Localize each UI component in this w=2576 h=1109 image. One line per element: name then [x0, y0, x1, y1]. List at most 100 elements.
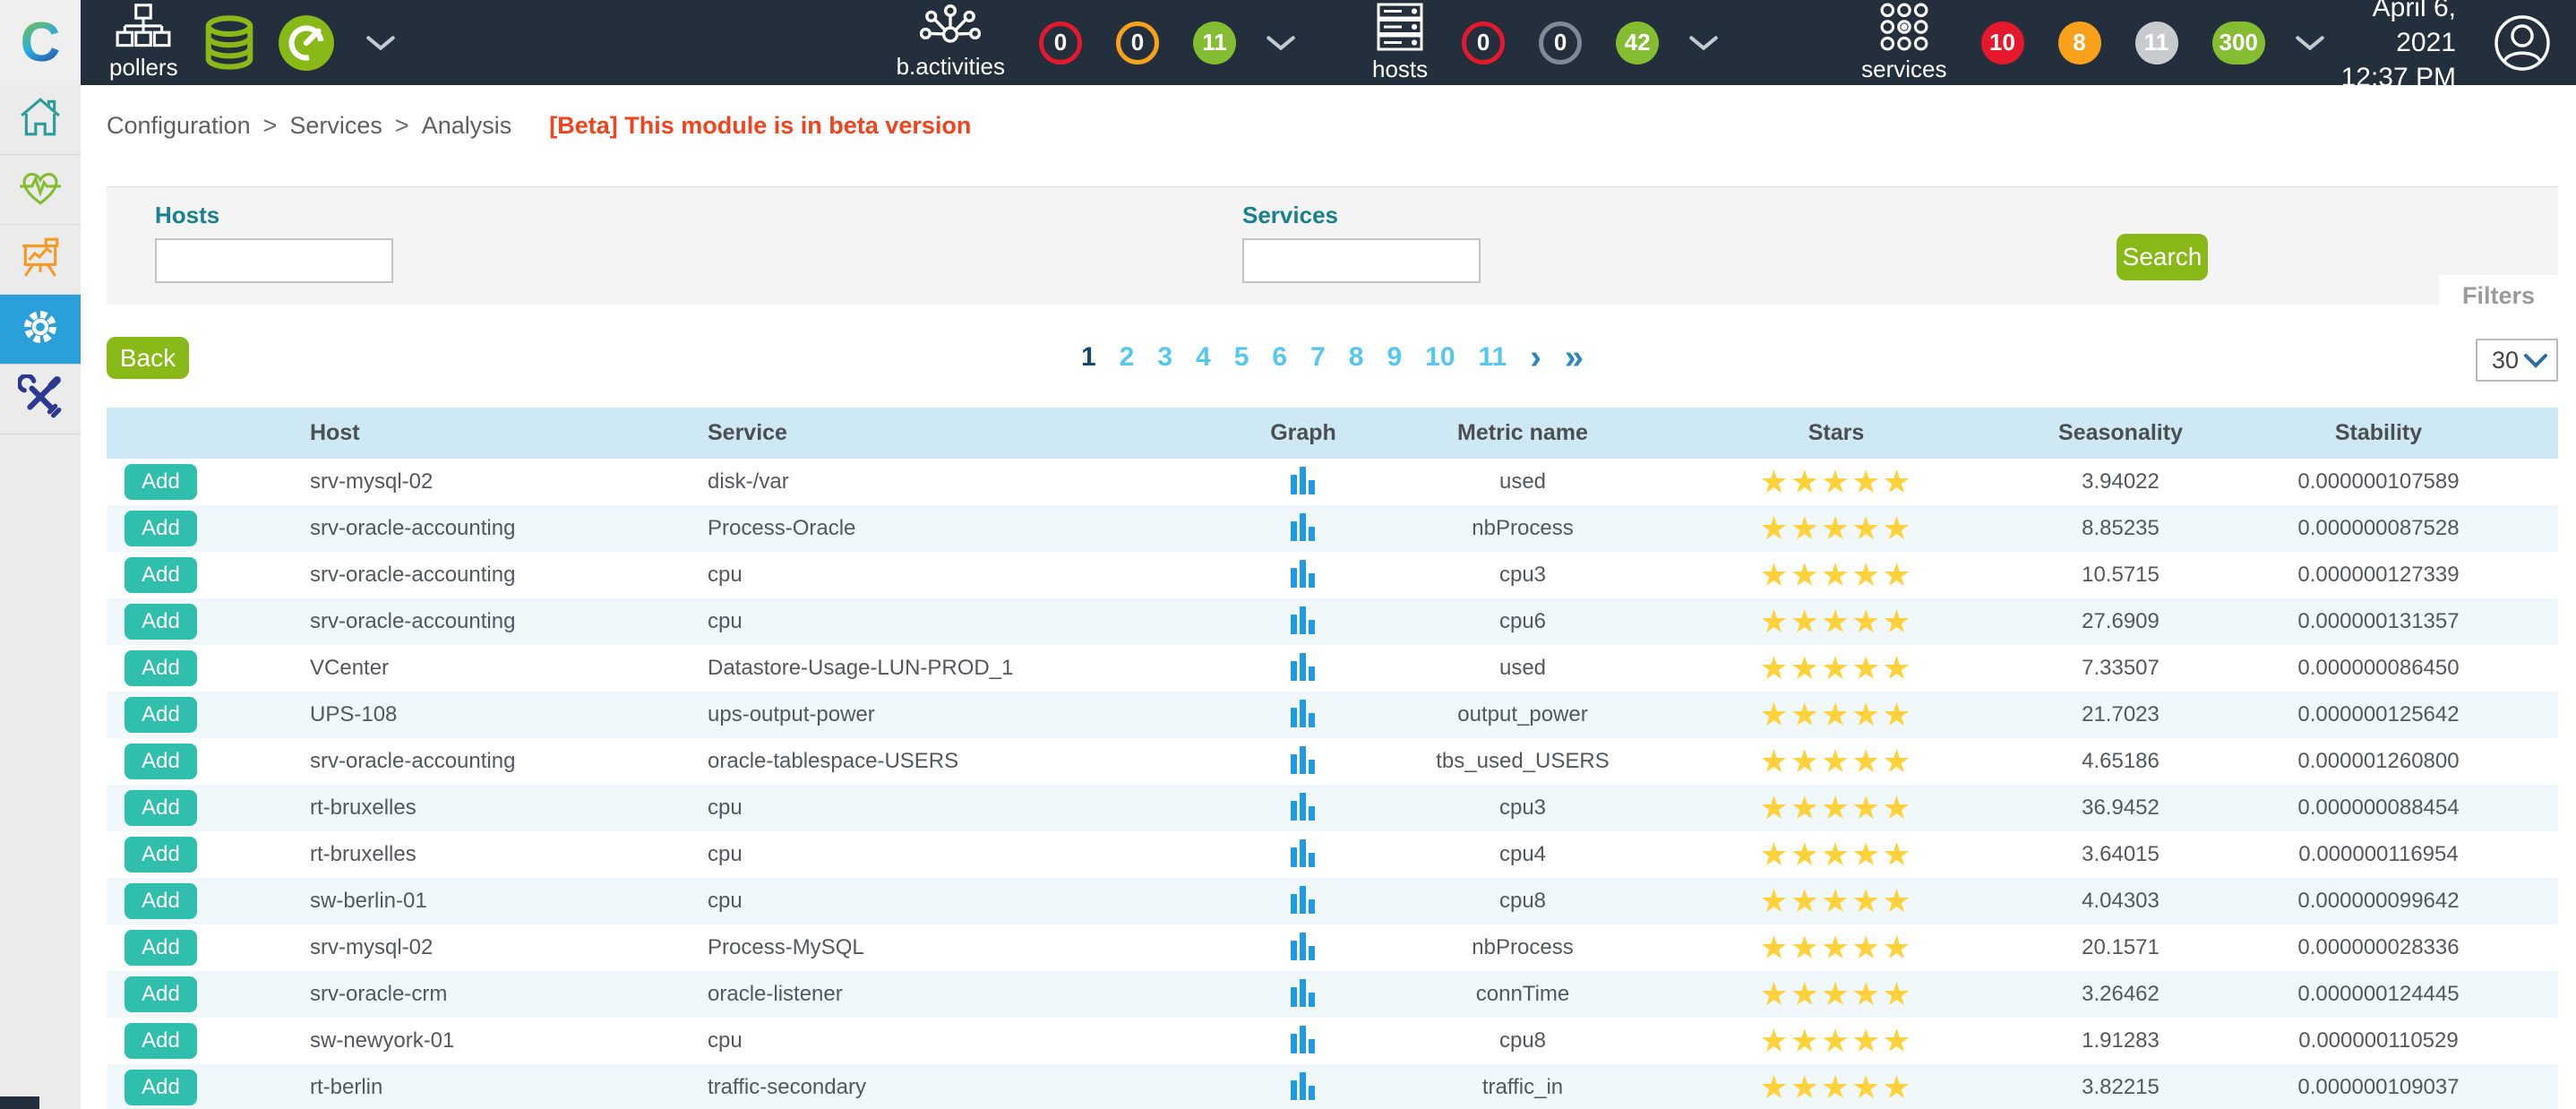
metric-cell: tbs_used_USERS	[1415, 738, 1630, 785]
services-ok-badge[interactable]: 300	[2212, 21, 2265, 64]
services-warning-badge[interactable]: 8	[2058, 21, 2101, 64]
services-chevron-down-icon[interactable]	[2296, 35, 2324, 51]
add-button[interactable]: Add	[125, 837, 197, 873]
page-link-11[interactable]: 11	[1479, 342, 1507, 373]
service-cell: disk-/var	[681, 459, 1191, 505]
sidebar-item-configuration[interactable]	[0, 295, 81, 365]
stability-cell: 0.000000107589	[2199, 459, 2558, 505]
services-unknown-badge[interactable]: 11	[2135, 21, 2178, 64]
add-button[interactable]: Add	[125, 697, 197, 733]
service-cell: cpu	[681, 598, 1191, 645]
add-button[interactable]: Add	[125, 976, 197, 1012]
graph-icon[interactable]	[1290, 603, 1317, 635]
graph-icon[interactable]	[1290, 743, 1317, 775]
hosts-down-badge[interactable]: 0	[1462, 21, 1505, 64]
sidebar-item-monitoring[interactable]	[0, 155, 81, 225]
graph-icon[interactable]	[1290, 976, 1317, 1008]
stability-cell: 0.000000087528	[2199, 505, 2558, 552]
seasonality-cell: 21.7023	[2042, 692, 2199, 738]
graph-icon[interactable]	[1290, 463, 1317, 495]
stability-cell: 0.000000088454	[2199, 785, 2558, 831]
host-cell: rt-bruxelles	[287, 785, 681, 831]
host-cell: srv-mysql-02	[287, 924, 681, 971]
breadcrumb-analysis[interactable]: Analysis	[422, 112, 512, 140]
graph-icon[interactable]	[1290, 929, 1317, 961]
graph-icon[interactable]	[1290, 882, 1317, 915]
ba-warning-badge[interactable]: 0	[1116, 21, 1159, 64]
hosts-menu[interactable]: hosts	[1372, 2, 1428, 83]
graph-icon[interactable]	[1290, 510, 1317, 542]
page-link-1[interactable]: 1	[1081, 342, 1096, 373]
user-profile-icon[interactable]	[2494, 14, 2551, 72]
add-button[interactable]: Add	[125, 1023, 197, 1059]
service-cell: traffic-secondary	[681, 1064, 1191, 1109]
sidebar-item-administration[interactable]	[0, 365, 81, 434]
page-link-7[interactable]: 7	[1310, 342, 1326, 373]
graph-icon[interactable]	[1290, 836, 1317, 868]
poller-chevron-down-icon[interactable]	[366, 35, 395, 51]
page-size-select[interactable]: 30	[2476, 339, 2558, 382]
breadcrumb-services[interactable]: Services	[289, 112, 382, 140]
add-button[interactable]: Add	[125, 1070, 197, 1105]
add-button[interactable]: Add	[125, 790, 197, 826]
page-link-5[interactable]: 5	[1234, 342, 1249, 373]
stars-column-header: Stars	[1630, 408, 2042, 459]
add-button[interactable]: Add	[125, 464, 197, 500]
ba-critical-badge[interactable]: 0	[1039, 21, 1082, 64]
ba-chevron-down-icon[interactable]	[1267, 35, 1295, 51]
host-column-header: Host	[287, 408, 681, 459]
search-button[interactable]: Search	[2117, 234, 2208, 280]
stability-cell: 0.000000125642	[2199, 692, 2558, 738]
hosts-up-badge[interactable]: 42	[1616, 21, 1659, 64]
services-critical-badge[interactable]: 10	[1981, 21, 2024, 64]
graph-icon[interactable]	[1290, 789, 1317, 821]
centreon-logo-letter: C	[21, 11, 61, 74]
tools-icon	[18, 374, 63, 424]
page-link-8[interactable]: 8	[1349, 342, 1364, 373]
centreon-logo[interactable]: C	[0, 0, 81, 85]
sidebar-item-home[interactable]	[0, 85, 81, 155]
graph-icon[interactable]	[1290, 1022, 1317, 1054]
graph-icon[interactable]	[1290, 649, 1317, 682]
last-page-icon[interactable]: »	[1565, 344, 1584, 371]
hosts-filter-input[interactable]	[155, 238, 393, 283]
breadcrumb-configuration[interactable]: Configuration	[107, 112, 251, 140]
seasonality-column-header: Seasonality	[2042, 408, 2199, 459]
graph-icon[interactable]	[1290, 696, 1317, 728]
back-button[interactable]: Back	[107, 337, 189, 379]
seasonality-cell: 4.04303	[2042, 878, 2199, 924]
filters-panel-label[interactable]: Filters	[2439, 275, 2558, 319]
hosts-unreachable-badge[interactable]: 0	[1539, 21, 1582, 64]
graph-icon[interactable]	[1290, 556, 1317, 589]
hosts-chevron-down-icon[interactable]	[1689, 35, 1718, 51]
table-row: Addsrv-oracle-accountingcpucpu6★★★★★27.6…	[107, 598, 2558, 645]
next-page-icon[interactable]: ›	[1530, 344, 1541, 371]
page-link-6[interactable]: 6	[1272, 342, 1287, 373]
page-link-2[interactable]: 2	[1120, 342, 1135, 373]
service-cell: oracle-tablespace-USERS	[681, 738, 1191, 785]
breadcrumb: Configuration > Services > Analysis [Bet…	[107, 85, 2558, 140]
services-filter-input[interactable]	[1242, 238, 1481, 283]
services-menu[interactable]: services	[1861, 2, 1946, 83]
add-button[interactable]: Add	[125, 511, 197, 546]
gauge-icon[interactable]	[277, 13, 336, 73]
add-button[interactable]: Add	[125, 604, 197, 640]
analysis-table-body: Addsrv-mysql-02disk-/varused★★★★★3.94022…	[107, 459, 2558, 1109]
seasonality-cell: 8.85235	[2042, 505, 2199, 552]
add-button[interactable]: Add	[125, 883, 197, 919]
ba-menu[interactable]: b.activities	[897, 4, 1005, 81]
add-button[interactable]: Add	[125, 930, 197, 966]
page-link-9[interactable]: 9	[1387, 342, 1402, 373]
page-link-3[interactable]: 3	[1157, 342, 1172, 373]
add-button[interactable]: Add	[125, 557, 197, 593]
database-icon[interactable]	[202, 14, 257, 72]
service-cell: cpu	[681, 831, 1191, 878]
graph-icon[interactable]	[1290, 1069, 1317, 1101]
sidebar-item-reporting[interactable]	[0, 225, 81, 295]
ba-ok-badge[interactable]: 11	[1193, 21, 1236, 64]
add-button[interactable]: Add	[125, 744, 197, 779]
page-link-4[interactable]: 4	[1196, 342, 1211, 373]
add-button[interactable]: Add	[125, 650, 197, 686]
page-link-10[interactable]: 10	[1425, 342, 1455, 373]
pollers-menu[interactable]: pollers	[109, 4, 178, 82]
